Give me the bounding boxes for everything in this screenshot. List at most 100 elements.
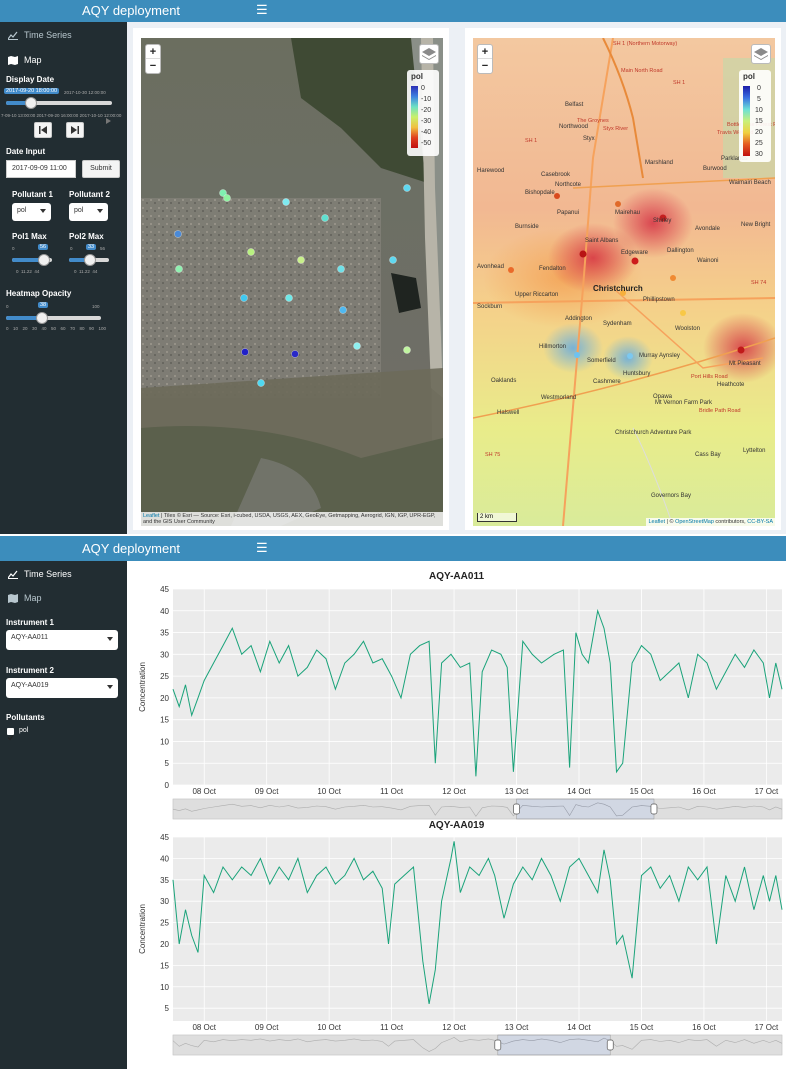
place-label: Cashmere	[593, 379, 621, 385]
attribution-text: | ©	[664, 519, 676, 525]
sensor-marker[interactable]	[339, 306, 347, 314]
sensor-marker[interactable]	[175, 265, 183, 273]
pol2max-slider-handle[interactable]	[84, 254, 96, 266]
hamburger-menu-icon[interactable]: ☰	[256, 540, 268, 556]
osm-link[interactable]: OpenStreetMap	[675, 519, 714, 525]
x-tick-label: 08 Oct	[192, 787, 216, 796]
place-label: Christchurch Adventure Park	[615, 430, 692, 436]
place-label: Mairehau	[615, 210, 641, 216]
street-map[interactable]: Christchurch Belfast Northwood Styx Marshlan…	[473, 38, 775, 526]
sensor-marker[interactable]	[403, 346, 411, 354]
pol2max-value: 33	[86, 244, 97, 250]
pollutant-checkbox[interactable]	[7, 728, 14, 741]
range-selector-handle[interactable]	[513, 803, 520, 815]
leaflet-link[interactable]: Leaflet	[648, 519, 665, 525]
road-label: Main North Road	[621, 68, 663, 74]
display-date-slider-handle[interactable]	[25, 97, 37, 109]
zoom-in-button[interactable]: +	[478, 45, 492, 59]
heatmap-opacity-slider-handle[interactable]	[36, 312, 48, 324]
map-icon	[8, 593, 18, 603]
sensor-marker[interactable]	[321, 214, 329, 222]
range-selector-window[interactable]	[516, 798, 655, 820]
road-label: Styx River	[603, 126, 629, 132]
sensor-marker[interactable]	[353, 342, 361, 350]
sensor-marker[interactable]	[241, 348, 249, 356]
chart2-svg[interactable]: 5 10 15 20 25 30 35 40 45 08 Oct 09 Oct 10 Oct 11 Oc…	[127, 831, 786, 1069]
license-link[interactable]: CC-BY-SA	[747, 519, 773, 525]
hamburger-menu-icon[interactable]: ☰	[256, 2, 268, 18]
range-selector-handle[interactable]	[494, 1039, 502, 1051]
pol1max-min: 0	[12, 246, 15, 251]
step-backward-icon	[39, 126, 47, 134]
sensor-marker[interactable]	[403, 184, 411, 192]
place-label: Burwood	[703, 166, 727, 172]
left-map-attribution: Leaflet | Tiles © Esri — Source: Esri, i…	[141, 512, 443, 526]
place-label: Papanui	[557, 210, 580, 216]
sidebar-item-map[interactable]: Map	[8, 55, 42, 65]
x-tick-label: 15 Oct	[630, 787, 654, 796]
x-tick-label: 08 Oct	[192, 1023, 216, 1032]
y-tick-label: 15	[160, 961, 169, 970]
instrument1-select[interactable]: AQY-AA011	[6, 630, 118, 650]
sensor-marker[interactable]	[297, 256, 305, 264]
app-title-2: AQY deployment	[82, 541, 181, 556]
step-back-button[interactable]	[34, 122, 52, 138]
x-tick-label: 10 Oct	[317, 1023, 341, 1032]
road-label: Bridle Path Road	[699, 408, 741, 414]
right-layers-button[interactable]	[751, 44, 771, 64]
sensor-marker[interactable]	[291, 350, 299, 358]
y-tick-label: 30	[160, 897, 169, 906]
road-label: SH 1	[673, 80, 686, 86]
zoom-out-button[interactable]: −	[478, 59, 492, 73]
sensor-marker[interactable]	[247, 248, 255, 256]
pollutant1-label: Pollutant 1	[12, 190, 53, 199]
place-label: Addington	[565, 316, 593, 322]
sidebar-item-time-series[interactable]: Time Series	[8, 30, 72, 40]
step-forward-button[interactable]	[66, 122, 84, 138]
sensor-marker[interactable]	[285, 294, 293, 302]
sensor-marker[interactable]	[257, 379, 265, 387]
legend-tick: 5	[757, 96, 761, 103]
range-selector-handle[interactable]	[650, 803, 658, 815]
place-label: New Bright	[741, 222, 771, 228]
place-label: Hillmorton	[539, 344, 567, 350]
x-tick-label: 14 Oct	[567, 1023, 591, 1032]
pol1max-slider-handle[interactable]	[38, 254, 50, 266]
y-tick-label: 20	[160, 694, 169, 703]
place-label: Christchurch	[593, 284, 643, 293]
sensor-marker[interactable]	[240, 294, 248, 302]
pollutant2-select[interactable]: pol	[69, 203, 108, 221]
sensor-marker[interactable]	[223, 194, 231, 202]
place-label: Halswell	[497, 410, 520, 416]
sensor-marker[interactable]	[389, 256, 397, 264]
right-map-panel: Christchurch Belfast Northwood Styx Marshlan…	[465, 28, 781, 530]
heatmap-ticks: 0 10 20 30 40 50 60 70 80 90 100	[6, 326, 107, 331]
pol2max-min: 0	[70, 246, 73, 251]
x-tick-label: 10 Oct	[317, 787, 341, 796]
range-selector-handle[interactable]	[606, 1039, 614, 1051]
sidebar-item-map[interactable]: Map	[8, 593, 42, 603]
y-tick-label: 25	[160, 672, 169, 681]
x-tick-label: 17 Oct	[755, 1023, 779, 1032]
sidebar-item-time-series[interactable]: Time Series	[8, 569, 72, 579]
sidebar-item-label: Map	[24, 55, 42, 65]
sensor-marker[interactable]	[337, 265, 345, 273]
range-selector-window[interactable]	[497, 1034, 611, 1056]
place-label: Huntsbury	[623, 371, 651, 377]
instrument2-select[interactable]: AQY-AA019	[6, 678, 118, 698]
road-label: SH 75	[485, 452, 501, 458]
pollutant1-select[interactable]: pol	[12, 203, 51, 221]
date-input-field[interactable]: 2017-09-09 11:00	[6, 160, 76, 178]
instrument2-label: Instrument 2	[6, 666, 55, 675]
chart1-svg[interactable]: 0 5 10 15 20 25 30 35 40 45 08 Oct 09 Oct 10 Oct 11 O…	[127, 583, 786, 833]
satellite-map[interactable]: + − pol 0 -10 -20 -30 -40 -50 Leaflet | …	[141, 38, 443, 526]
sensor-marker[interactable]	[282, 198, 290, 206]
road-label: SH 74	[751, 280, 767, 286]
range-selector-shade	[173, 799, 517, 819]
sensor-marker[interactable]	[174, 230, 182, 238]
submit-button[interactable]: Submit	[82, 160, 120, 178]
pollutant1-selected: pol	[17, 207, 27, 214]
y-tick-label: 20	[160, 940, 169, 949]
chart1-title: AQY-AA011	[428, 571, 485, 582]
play-icon[interactable]	[106, 118, 111, 124]
